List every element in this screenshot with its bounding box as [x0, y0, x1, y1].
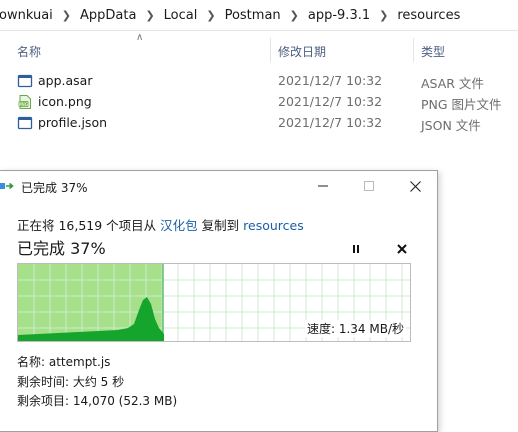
column-header-bar: 名称 修改日期 类型 [0, 36, 518, 64]
pause-button[interactable] [346, 239, 366, 259]
copy-description: 正在将 16,519 个项目从 汉化包 复制到 resources [17, 215, 304, 234]
dialog-titlebar[interactable]: 已完成 37% [0, 171, 437, 201]
column-header-type[interactable]: 类型 [421, 43, 445, 60]
transfer-speed-label: 速度: 1.34 MB/秒 [304, 320, 406, 337]
chevron-right-icon[interactable]: ❯ [55, 9, 78, 22]
copy-mid-text: 复制到 [201, 218, 240, 233]
breadcrumb-item-postman[interactable]: Postman [223, 8, 283, 23]
minimize-icon [318, 185, 328, 187]
file-name: profile.json [38, 115, 108, 130]
copy-transfer-icon [0, 182, 14, 190]
file-type: JSON 文件 [421, 118, 481, 133]
file-date: 2021/12/7 10:32 [278, 73, 383, 88]
breadcrumb-item-appdata[interactable]: AppData [78, 8, 138, 23]
file-icon [17, 74, 33, 88]
destination-folder-link[interactable]: resources [243, 218, 304, 233]
file-name: icon.png [38, 94, 92, 109]
breadcrumb-item-resources[interactable]: resources [395, 8, 462, 23]
svg-text:PNG: PNG [19, 102, 29, 108]
file-date: 2021/12/7 10:32 [278, 94, 383, 109]
column-header-date[interactable]: 修改日期 [278, 43, 326, 60]
file-date: 2021/12/7 10:32 [278, 115, 383, 130]
column-header-name[interactable]: 名称 [17, 43, 41, 60]
breadcrumb-item-local[interactable]: Local [162, 8, 200, 23]
source-folder-link[interactable]: 汉化包 [160, 218, 198, 233]
current-file-name: 名称: attempt.js [17, 355, 111, 369]
dialog-title: 已完成 37% [21, 181, 88, 195]
copy-prefix-text: 正在将 16,519 个项目从 [17, 218, 157, 233]
copy-progress-dialog: 已完成 37% 正在将 16,519 个项目从 汉化包 复制到 resource… [0, 170, 438, 432]
file-icon [17, 116, 33, 130]
transfer-speed-graph: 速度: 1.34 MB/秒 [17, 263, 411, 342]
chevron-right-icon[interactable]: ❯ [372, 9, 395, 22]
minimize-button[interactable] [300, 171, 346, 201]
chevron-right-icon[interactable]: ❯ [283, 9, 306, 22]
file-row[interactable]: PNG icon.png 2021/12/7 10:32 PNG 图片文件 [0, 91, 518, 113]
column-divider[interactable] [413, 38, 414, 62]
chevron-right-icon[interactable]: ❯ [199, 9, 222, 22]
transfer-details: 名称: attempt.js 剩余时间: 大约 5 秒 剩余项目: 14,070… [17, 353, 177, 412]
items-remaining: 剩余项目: 14,070 (52.3 MB) [17, 394, 178, 408]
close-icon [397, 244, 407, 254]
close-icon [409, 180, 421, 192]
file-row[interactable]: app.asar 2021/12/7 10:32 ASAR 文件 [0, 70, 518, 92]
maximize-button[interactable] [346, 171, 392, 201]
progress-heading: 已完成 37% [17, 239, 106, 258]
pause-icon [353, 245, 359, 253]
file-type: PNG 图片文件 [421, 97, 502, 112]
file-name: app.asar [38, 73, 93, 88]
column-divider[interactable] [270, 38, 271, 62]
file-row[interactable]: profile.json 2021/12/7 10:32 JSON 文件 [0, 112, 518, 134]
breadcrumb-item-user[interactable]: ownkuai [0, 8, 55, 23]
breadcrumb: ownkuai ❯ AppData ❯ Local ❯ Postman ❯ ap… [0, 0, 518, 31]
image-file-icon: PNG [18, 95, 31, 109]
cancel-button[interactable] [392, 239, 412, 259]
time-remaining: 剩余时间: 大约 5 秒 [17, 374, 125, 389]
chevron-right-icon[interactable]: ❯ [138, 9, 161, 22]
maximize-icon [364, 181, 374, 191]
file-type: ASAR 文件 [421, 76, 484, 91]
breadcrumb-item-app-version[interactable]: app-9.3.1 [306, 8, 372, 23]
close-button[interactable] [392, 171, 438, 201]
